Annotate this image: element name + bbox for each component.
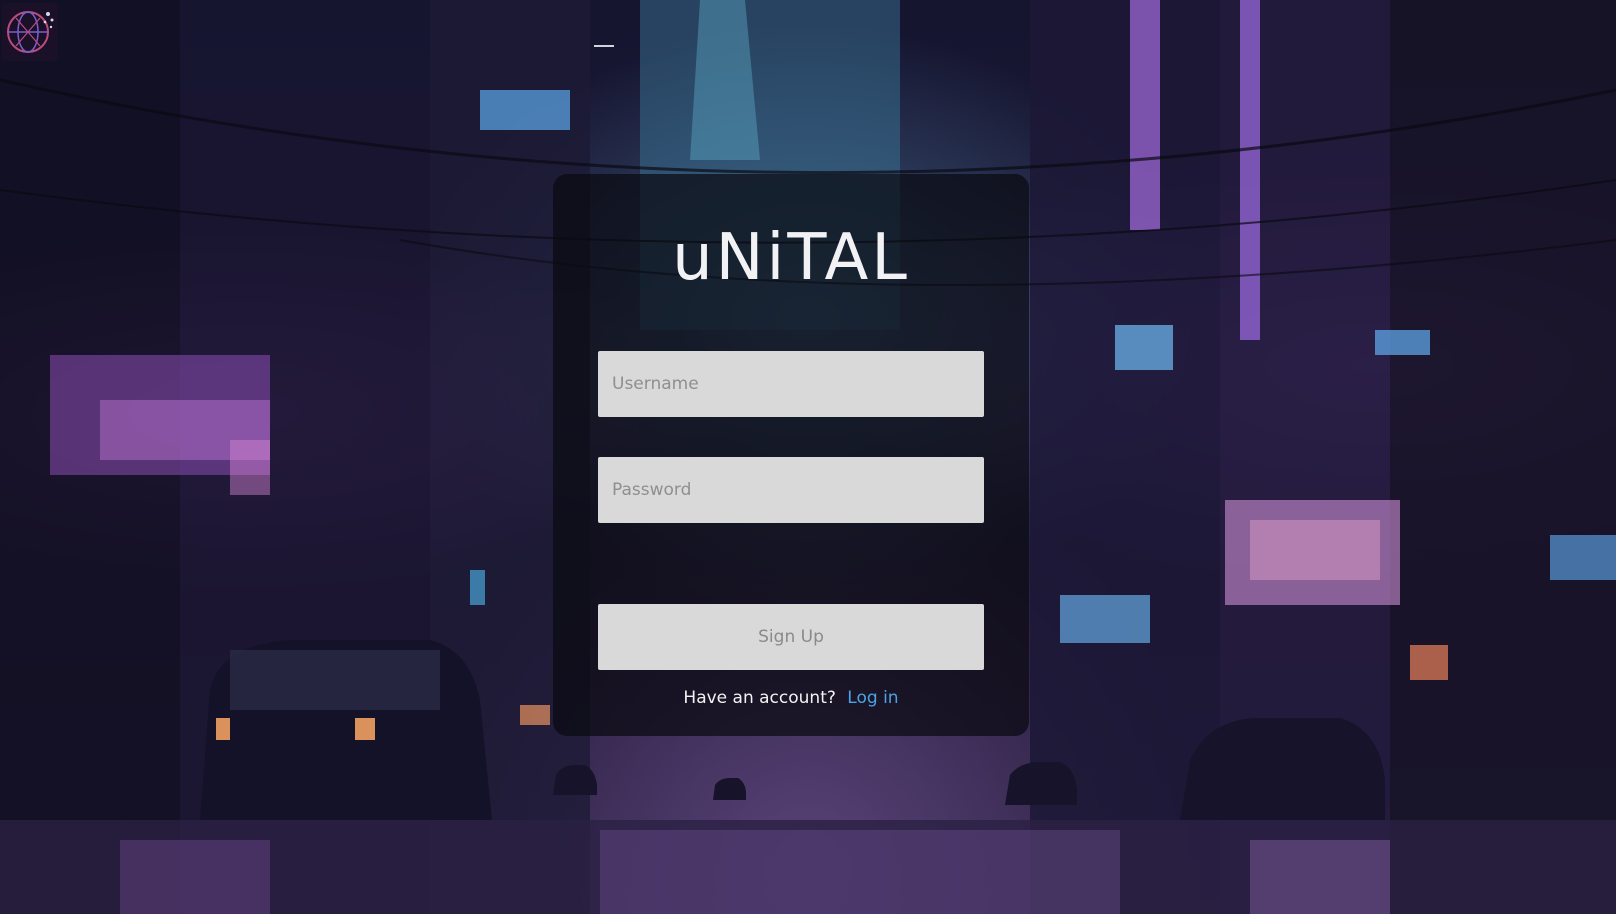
app-screen: uNiTAL Sign Up Have an account? Log in [0,0,1616,914]
username-input[interactable] [598,351,984,417]
globe-network-icon [4,4,56,60]
minimize-mark [594,45,614,47]
brand-title: uNiTAL [672,221,910,295]
have-account-text: Have an account? [683,688,836,708]
app-logo[interactable] [2,3,58,61]
sign-up-button[interactable]: Sign Up [598,604,984,670]
login-prompt: Have an account? Log in [553,688,1029,708]
login-link[interactable]: Log in [847,688,898,708]
password-input[interactable] [598,457,984,523]
signup-card: uNiTAL Sign Up Have an account? Log in [553,174,1029,736]
